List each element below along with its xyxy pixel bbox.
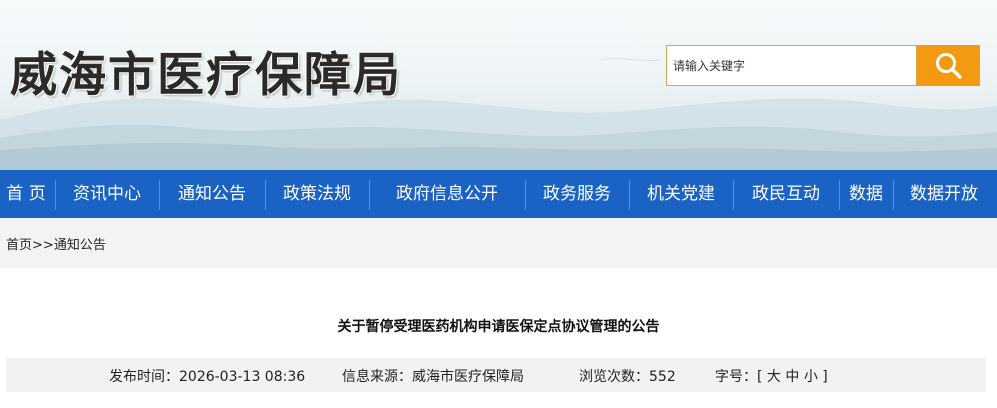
nav-item-gov-info[interactable]: 政府信息公开 [372,170,522,218]
nav-divider [55,180,56,210]
font-size-large-button[interactable]: 大 [767,369,781,385]
main-nav: 首 页 资讯中心 通知公告 政策法规 政府信息公开 政务服务 机关党建 政民互动… [0,170,997,218]
view-count-label: 浏览次数： [579,369,649,385]
font-size-bracket-open: [ [757,369,763,385]
nav-item-interaction[interactable]: 政民互动 [736,170,836,218]
publish-time-label: 发布时间： [109,369,179,385]
info-source: 信息来源：威海市医疗保障局 [342,366,524,386]
search-input[interactable] [667,46,916,85]
nav-divider [159,180,160,210]
breadcrumb-separator: >> [32,238,54,253]
breadcrumb: 首页>>通知公告 [6,234,106,253]
publish-time: 发布时间：2026-03-13 08:36 [109,366,305,386]
view-count-value: 552 [649,369,676,385]
search-button[interactable] [917,45,980,86]
nav-item-news[interactable]: 资讯中心 [58,170,156,218]
nav-divider [265,180,266,210]
breadcrumb-current-link[interactable]: 通知公告 [54,238,106,253]
nav-divider [893,180,894,210]
font-size-control: 字号：[ 大 中 小 ] [715,366,828,386]
breadcrumb-home-link[interactable]: 首页 [6,238,32,253]
nav-item-policies[interactable]: 政策法规 [268,170,366,218]
font-size-medium-button[interactable]: 中 [785,369,799,385]
nav-divider [629,180,630,210]
nav-item-notices[interactable]: 通知公告 [162,170,262,218]
breadcrumb-bar: 首页>>通知公告 [0,218,997,268]
nav-divider [369,180,370,210]
font-size-label: 字号： [715,369,757,385]
publish-time-value: 2026-03-13 08:36 [179,369,306,385]
nav-divider [525,180,526,210]
nav-divider [839,180,840,210]
nav-item-home[interactable]: 首 页 [0,170,52,218]
article-title: 关于暂停受理医药机构申请医保定点协议管理的公告 [337,319,660,335]
site-title: 威海市医疗保障局 [10,48,402,103]
view-count: 浏览次数：552 [579,366,676,386]
info-source-value: 威海市医疗保障局 [412,369,524,385]
nav-item-party[interactable]: 机关党建 [632,170,730,218]
search-box [666,45,917,86]
nav-item-open-data[interactable]: 数据开放 [896,170,992,218]
nav-item-data[interactable]: 数据 [842,170,890,218]
font-size-bracket-close: ] [822,369,828,385]
font-size-small-button[interactable]: 小 [804,369,818,385]
nav-divider [733,180,734,210]
info-source-label: 信息来源： [342,369,412,385]
article-meta-bar: 发布时间：2026-03-13 08:36 信息来源：威海市医疗保障局 浏览次数… [6,358,986,392]
search-icon [936,53,962,79]
nav-item-services[interactable]: 政务服务 [528,170,626,218]
